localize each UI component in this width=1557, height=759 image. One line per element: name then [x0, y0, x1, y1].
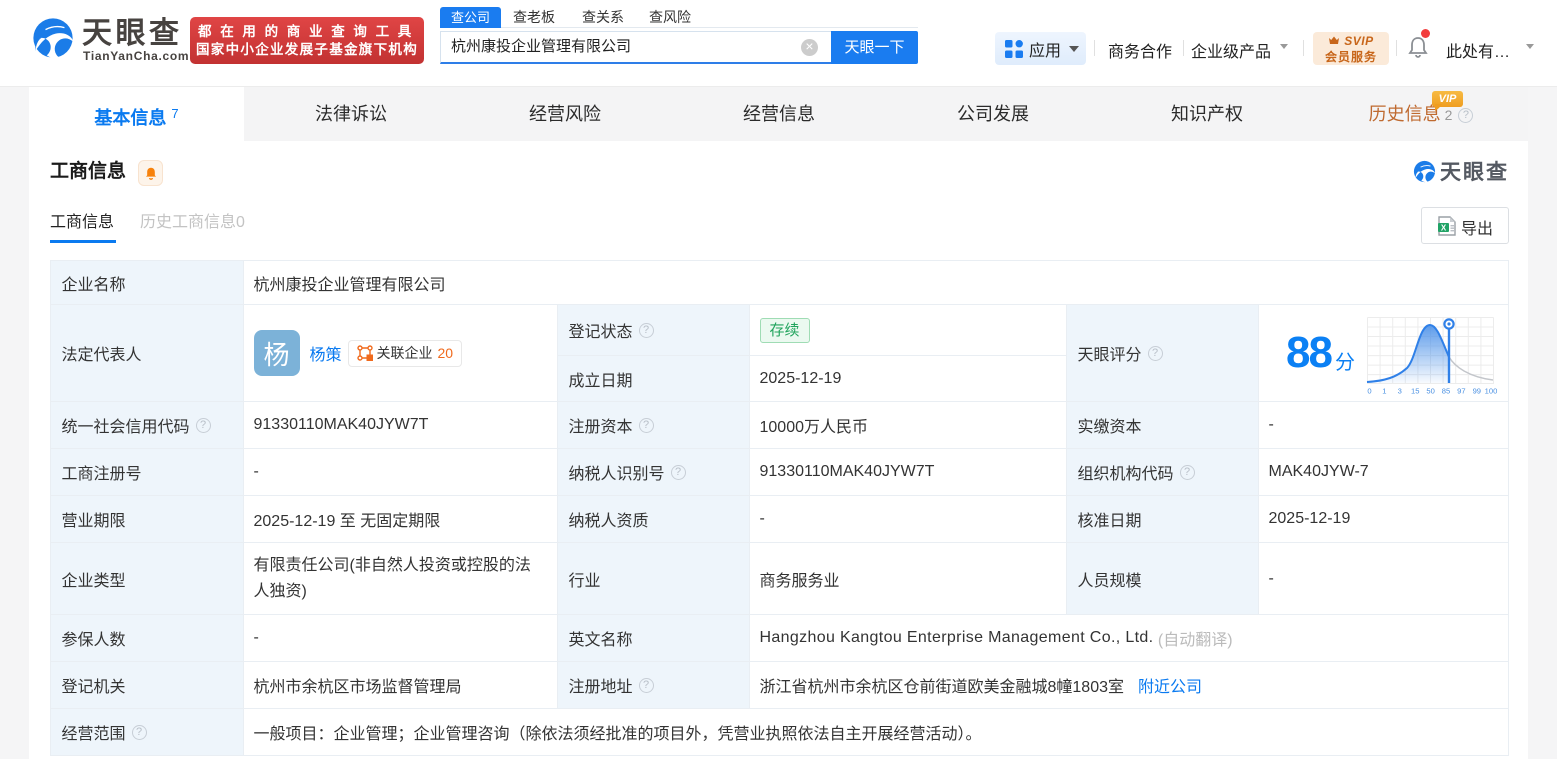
- svg-text:1: 1: [1382, 387, 1386, 396]
- svg-text:85: 85: [1442, 387, 1450, 396]
- svg-text:50: 50: [1426, 387, 1434, 396]
- svg-text:3: 3: [1398, 387, 1402, 396]
- svg-text:97: 97: [1457, 387, 1465, 396]
- svg-text:15: 15: [1411, 387, 1419, 396]
- svg-text:X: X: [1441, 223, 1447, 232]
- svg-text:100: 100: [1485, 387, 1498, 396]
- svg-text:0: 0: [1367, 387, 1371, 396]
- svg-text:99: 99: [1473, 387, 1481, 396]
